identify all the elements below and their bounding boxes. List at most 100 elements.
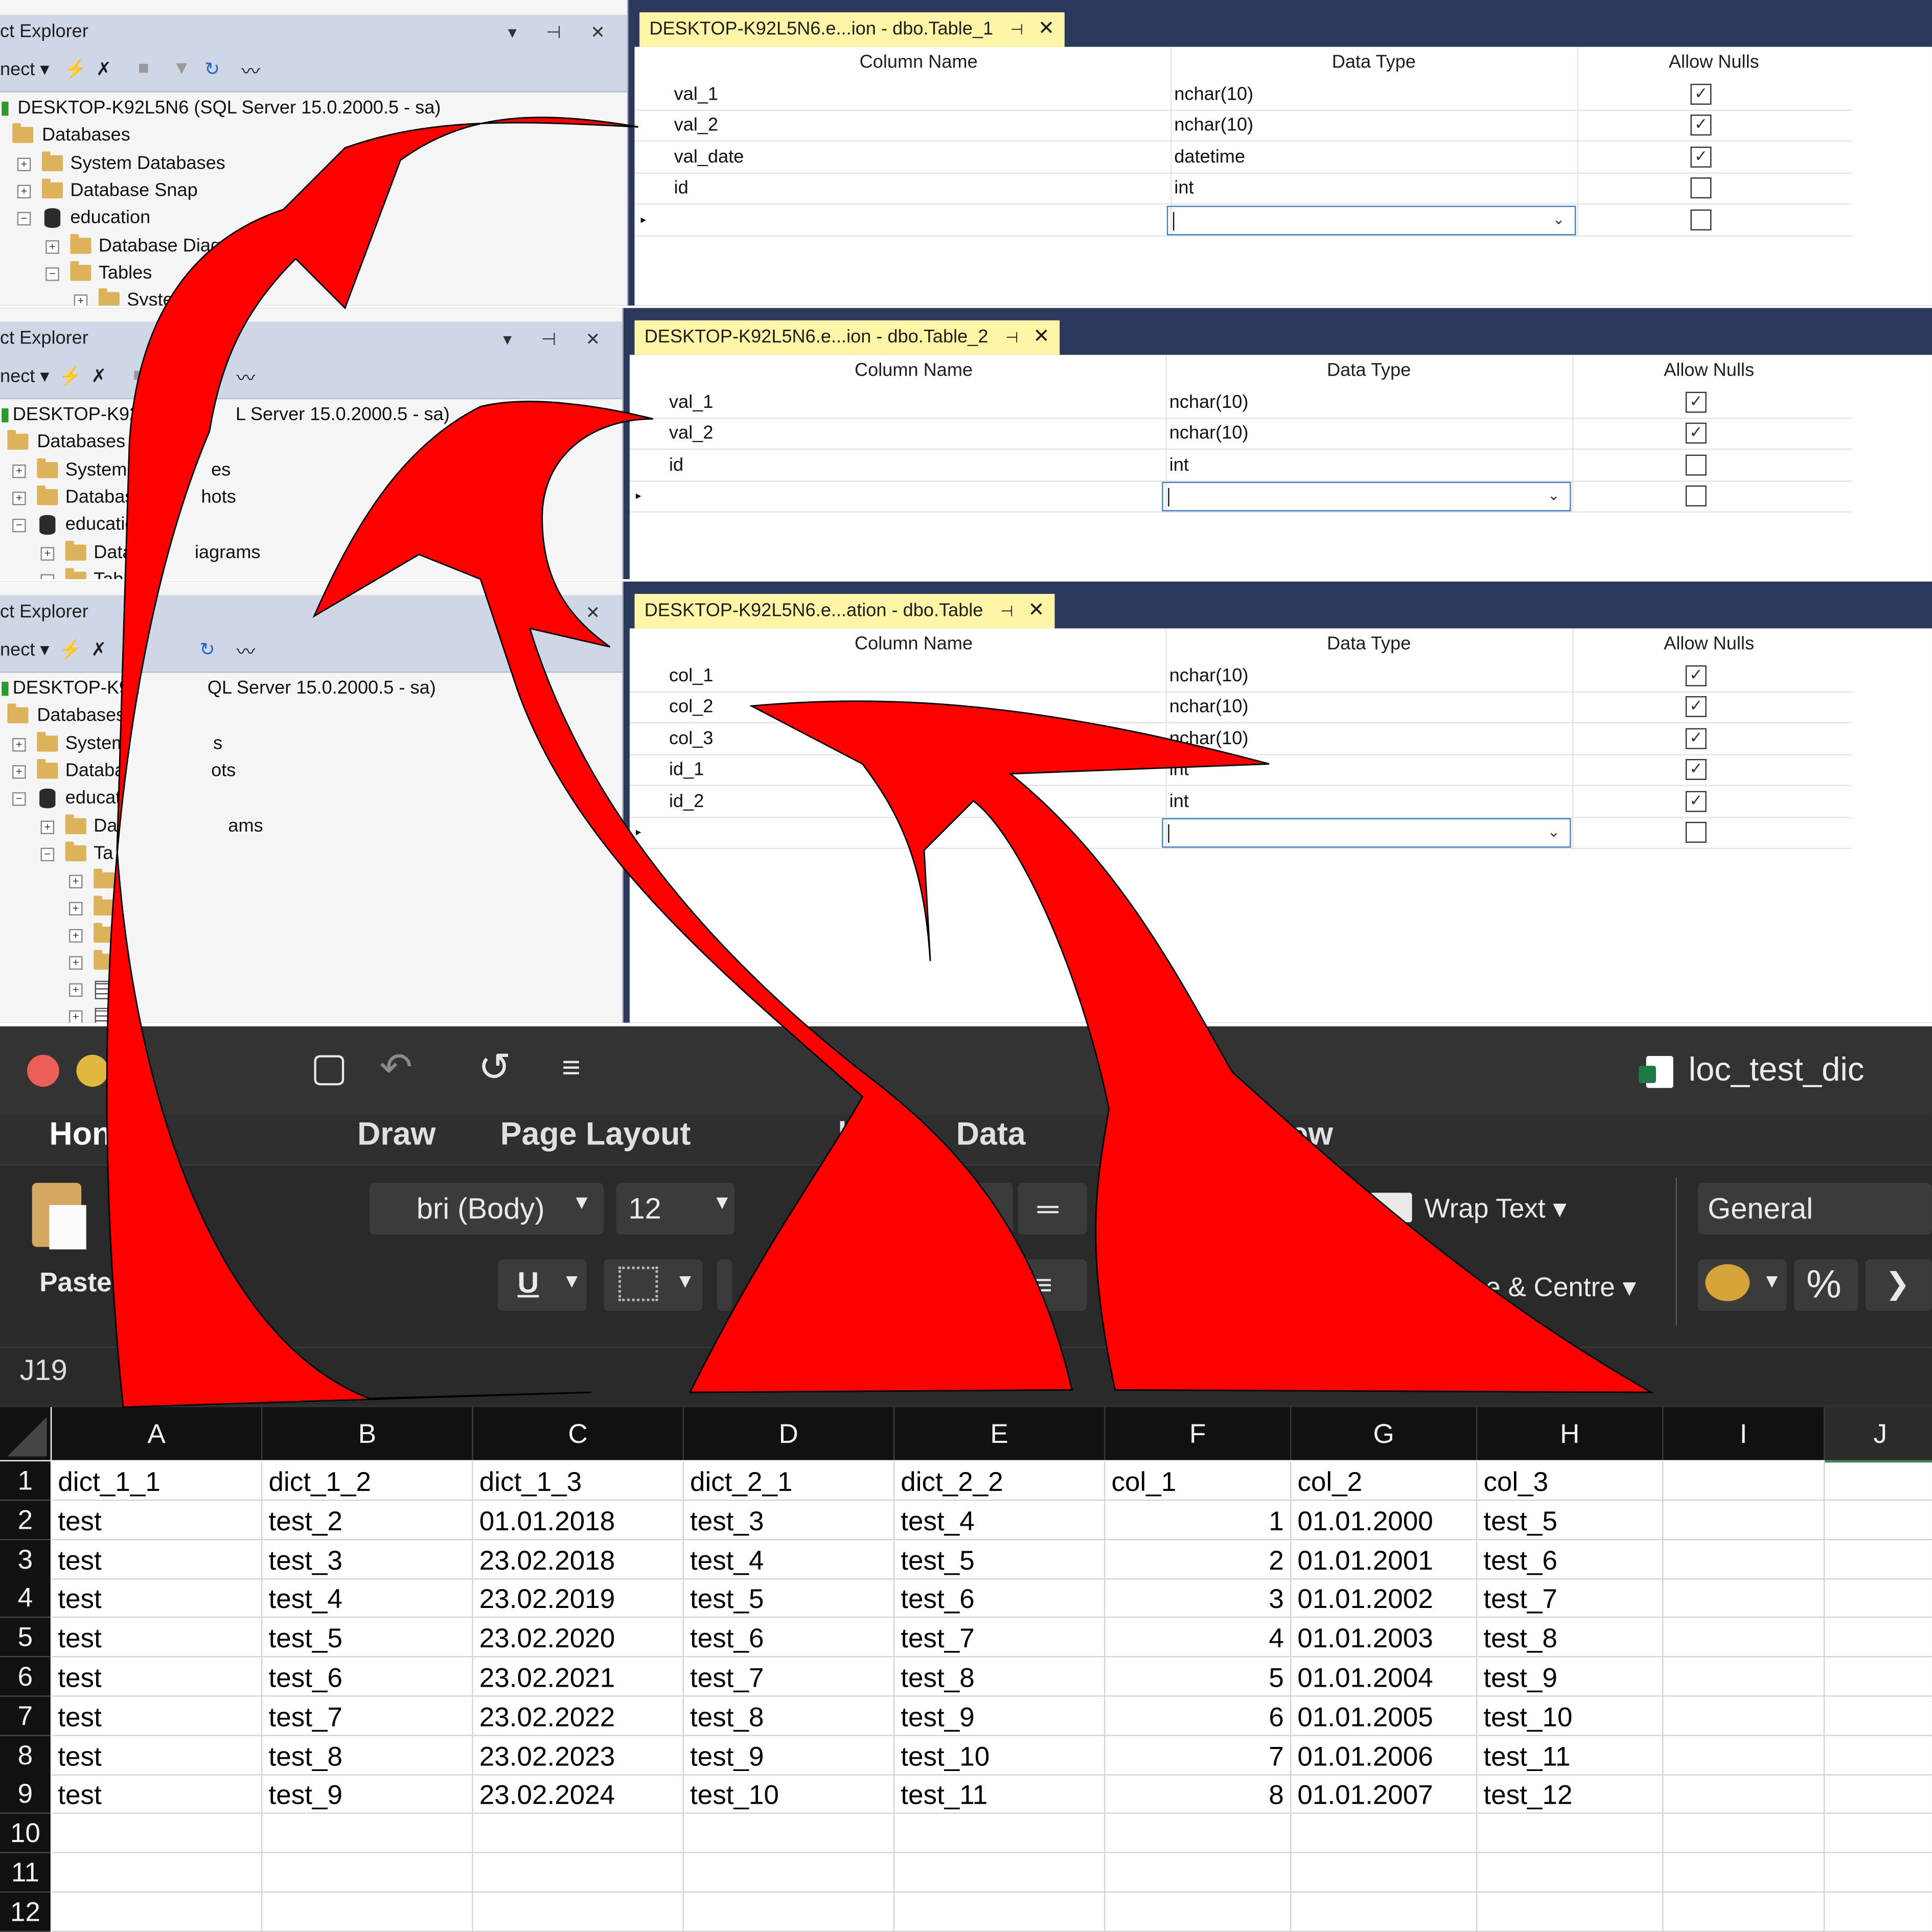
cell[interactable] [1825,1657,1932,1697]
fill-color-button[interactable] [717,1259,732,1311]
tree-tables[interactable]: −Table [40,567,138,580]
cell[interactable]: test_8 [1477,1618,1664,1658]
cell[interactable]: test_6 [1477,1539,1664,1579]
save-icon[interactable]: ▢ [310,1044,348,1091]
column-header-H[interactable]: H [1477,1407,1664,1460]
cell[interactable]: test [52,1618,263,1658]
pin-icon[interactable]: ⊣ [1005,329,1018,347]
tree-server[interactable]: ▮ DESKTOP-K92L5N6 (SQL Server 15.0.2000.5… [0,95,441,122]
allow-nulls-checkbox[interactable]: ✓ [1685,728,1707,749]
wrap-text-button[interactable]: Wrap Text ▾ [1424,1193,1567,1225]
align-center-button[interactable]: ≡ [1018,1259,1087,1311]
column-row[interactable]: id int [629,450,1852,482]
new-column-row[interactable]: ▸ ⌄ [629,480,1852,513]
pin-icon[interactable]: ⊣ [1010,21,1023,38]
cell[interactable] [894,1814,1106,1854]
cell[interactable]: 23.02.2021 [473,1657,684,1697]
connect-icon[interactable]: ⚡ [59,638,82,660]
new-column-row[interactable]: ▸ ⌄ [629,817,1852,849]
cell[interactable] [473,1853,684,1893]
cell[interactable]: test_7 [262,1696,473,1736]
cell[interactable] [1291,1892,1478,1932]
cell[interactable] [1825,1696,1932,1736]
cell[interactable]: test [52,1735,263,1775]
cell[interactable] [473,1892,684,1932]
cell[interactable]: 23.02.2018 [473,1539,684,1579]
cell[interactable] [1663,1892,1825,1932]
cell[interactable]: col_3 [1477,1461,1664,1501]
align-top-button[interactable]: ═ [944,1183,1013,1235]
tree-system-databases[interactable]: + System Da es [12,457,231,484]
cell[interactable] [683,1814,895,1854]
cell[interactable] [1105,1814,1292,1854]
cell[interactable] [1477,1814,1664,1854]
close-icon[interactable]: ✕ [1038,18,1054,39]
close-icon[interactable]: ✕ [1033,327,1049,348]
tree-tables[interactable]: − Ta [40,840,113,867]
close-icon[interactable]: ✕ [1028,600,1044,621]
row-header[interactable]: 8 [0,1735,51,1775]
cell[interactable]: 01.01.2000 [1291,1500,1478,1540]
column-row[interactable]: val_1 nchar(10) ✓ [634,79,1852,111]
cell[interactable] [1825,1539,1932,1579]
cell[interactable]: test_4 [894,1500,1106,1540]
wrap-text-icon[interactable] [1370,1192,1412,1223]
cell[interactable]: test_9 [683,1735,895,1775]
cell[interactable]: 7 [1105,1735,1292,1775]
column-row[interactable]: col_1 nchar(10) ✓ [629,660,1852,693]
cell[interactable]: 01.01.2003 [1291,1618,1478,1658]
cell[interactable]: test_4 [262,1579,473,1619]
underline-button[interactable]: U ▼ [497,1259,587,1311]
tab-page-layout[interactable]: Page Layout [500,1115,691,1154]
tab-data[interactable]: Data [956,1115,1026,1154]
stop-icon[interactable]: ■ [138,58,149,79]
cell[interactable] [1663,1461,1825,1501]
row-header[interactable]: 7 [0,1696,51,1736]
cell[interactable]: 01.01.2005 [1291,1696,1478,1736]
cell[interactable]: test_8 [683,1696,895,1736]
cell[interactable]: test_3 [262,1539,473,1579]
designer-tab-1[interactable]: DESKTOP-K92L5N6.e...ion - dbo.Table_1 ⊣ ✕ [639,12,1065,47]
cell[interactable] [473,1814,684,1854]
column-header-C[interactable]: C [473,1407,684,1460]
row-header[interactable]: 11 [0,1853,51,1893]
allow-nulls-checkbox[interactable]: ✓ [1685,665,1707,686]
cell[interactable] [1825,1775,1932,1814]
cell[interactable]: test_9 [1477,1657,1664,1697]
undo-icon[interactable]: ↶ [379,1044,412,1091]
cell[interactable] [52,1853,263,1893]
column-row[interactable]: val_2 nchar(10) ✓ [629,418,1852,450]
allow-nulls-checkbox[interactable] [1685,485,1707,507]
allow-nulls-checkbox[interactable]: ✓ [1690,83,1712,105]
chevron-down-icon[interactable]: ⌄ [1548,480,1560,511]
data-type-dropdown[interactable]: ⌄ [1166,205,1576,236]
cell[interactable]: 8 [1105,1775,1292,1814]
cell[interactable]: 01.01.2004 [1291,1657,1478,1697]
cell[interactable]: 4 [1105,1618,1292,1658]
cell[interactable]: test_11 [1477,1735,1664,1775]
tree-server[interactable]: ▮ DESKTOP-K92L5N6 L Server 15.0.2000.5 - s… [0,402,450,429]
customize-qat-icon[interactable]: ≡ [562,1049,581,1087]
allow-nulls-checkbox[interactable] [1685,454,1707,476]
cell[interactable]: test_7 [683,1657,895,1697]
cell[interactable] [1663,1735,1825,1775]
row-header[interactable]: 3 [0,1539,51,1579]
tree-databases[interactable]: Databases [7,429,125,456]
allow-nulls-checkbox[interactable]: ✓ [1690,146,1712,168]
column-row[interactable]: id_1 int ✓ [629,754,1852,787]
connect-button[interactable]: nect ▾ [0,58,50,80]
column-header-D[interactable]: D [683,1407,895,1460]
row-header[interactable]: 10 [0,1814,51,1854]
cell[interactable]: test_7 [894,1618,1106,1658]
column-header-G[interactable]: G [1291,1407,1478,1460]
row-header[interactable]: 1 [0,1461,51,1501]
column-row[interactable]: val_date datetime ✓ [634,142,1852,174]
column-header-F[interactable]: F [1105,1407,1292,1460]
cell[interactable]: 1 [1105,1500,1292,1540]
cell[interactable] [1105,1892,1292,1932]
cell[interactable]: test [52,1539,263,1579]
data-type-dropdown[interactable]: ⌄ [1162,480,1571,512]
cell[interactable] [1663,1500,1825,1540]
cell[interactable]: test [52,1775,263,1814]
tree-education[interactable]: − education [12,511,146,538]
